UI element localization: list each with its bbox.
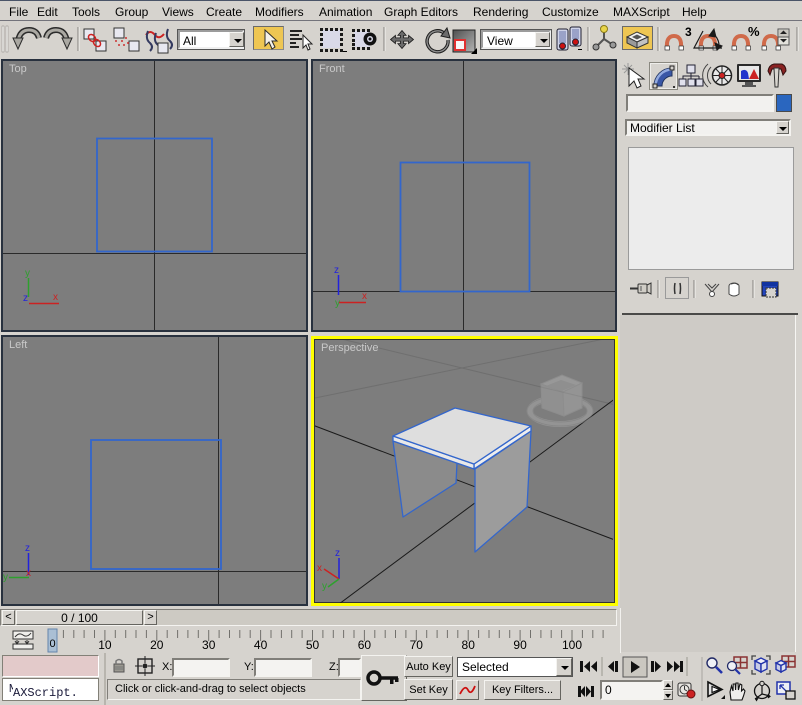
svg-text:90: 90 [513, 638, 527, 652]
svg-text:60: 60 [358, 638, 372, 652]
svg-text:20: 20 [150, 638, 164, 652]
svg-text:100: 100 [562, 638, 582, 652]
svg-text:y: y [3, 572, 8, 583]
svg-text:y: y [25, 268, 30, 279]
svg-text:10: 10 [98, 638, 112, 652]
svg-text:%: % [748, 24, 760, 39]
svg-text:80: 80 [462, 638, 476, 652]
svg-text:50: 50 [306, 638, 320, 652]
svg-text:x: x [317, 563, 322, 574]
svg-text:70: 70 [410, 638, 424, 652]
svg-text:30: 30 [202, 638, 216, 652]
svg-text:0: 0 [49, 638, 55, 650]
svg-text:y: y [335, 298, 340, 309]
svg-text:z: z [23, 293, 28, 304]
svg-text:3: 3 [685, 25, 692, 39]
svg-text:y: y [322, 581, 327, 592]
svg-text:x: x [53, 292, 58, 303]
svg-text:x: x [26, 568, 31, 579]
svg-text:40: 40 [254, 638, 268, 652]
svg-text:z: z [334, 265, 339, 276]
svg-text:z: z [335, 548, 340, 559]
svg-text:x: x [362, 291, 367, 302]
svg-text:z: z [25, 543, 30, 554]
